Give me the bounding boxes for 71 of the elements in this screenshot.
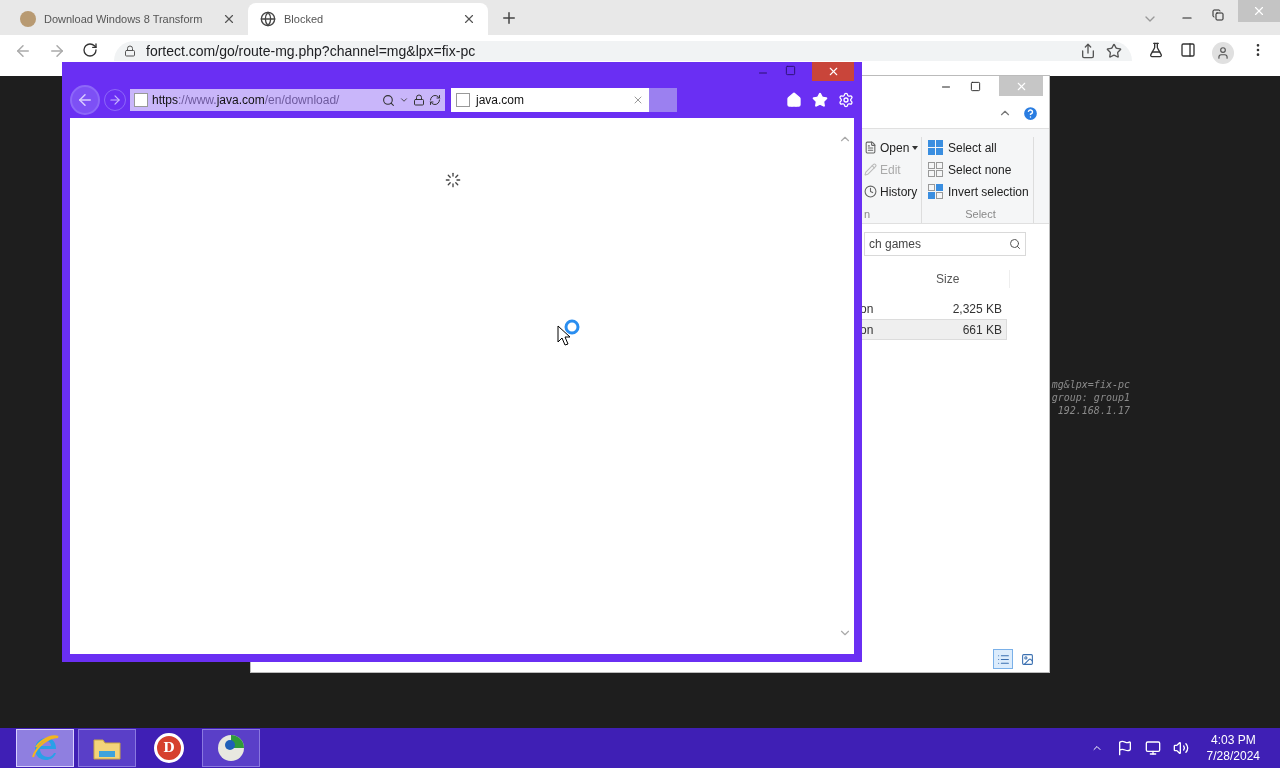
forward-icon bbox=[108, 93, 122, 107]
close-icon[interactable] bbox=[462, 12, 476, 26]
tab-title: Blocked bbox=[284, 11, 325, 27]
speaker-icon[interactable] bbox=[1172, 740, 1189, 756]
column-header[interactable]: Size bbox=[936, 270, 1010, 288]
favorites-icon[interactable] bbox=[812, 92, 828, 108]
globe-icon bbox=[260, 11, 276, 27]
forward-icon[interactable] bbox=[48, 42, 66, 60]
pencil-icon bbox=[864, 163, 877, 177]
caret-icon bbox=[399, 95, 409, 105]
group-label: n bbox=[864, 207, 872, 223]
image-icon bbox=[1020, 652, 1034, 666]
overlay-text: group: group1 bbox=[1051, 391, 1130, 404]
search-icon bbox=[382, 93, 395, 107]
address-bar[interactable]: fortect.com/go/route-mg.php?channel=mg&lpx=fix-pc bbox=[114, 41, 1132, 61]
new-tab-icon[interactable] bbox=[500, 9, 518, 27]
side-panel-icon[interactable] bbox=[1180, 42, 1196, 58]
search-field[interactable]: ch games bbox=[864, 232, 1026, 256]
profile-avatar[interactable] bbox=[1212, 42, 1234, 64]
ribbon-command[interactable]: Select none bbox=[928, 158, 1033, 181]
view-toggle[interactable] bbox=[993, 649, 1013, 669]
back-icon[interactable] bbox=[14, 42, 32, 60]
lock-icon bbox=[124, 45, 136, 57]
select-grid-icon bbox=[928, 184, 943, 200]
person-icon bbox=[1216, 46, 1230, 60]
select-grid-icon bbox=[928, 140, 943, 156]
favicon-icon bbox=[20, 11, 36, 27]
caret-icon bbox=[912, 145, 919, 150]
taskbar-button[interactable]: D bbox=[140, 729, 198, 767]
loading-spinner-icon bbox=[445, 172, 461, 188]
clock-icon bbox=[864, 185, 877, 199]
close-button[interactable] bbox=[812, 62, 854, 81]
lock-icon bbox=[413, 94, 425, 106]
help-icon[interactable] bbox=[1022, 104, 1039, 122]
reload-icon[interactable] bbox=[82, 42, 98, 58]
url-text: fortect.com/go/route-mg.php?channel=mg&lpx=fix-pc bbox=[146, 43, 476, 59]
list-icon bbox=[996, 652, 1010, 666]
overlay-text: 192.168.1.17 bbox=[1057, 404, 1130, 417]
ribbon-command[interactable]: Open bbox=[864, 137, 921, 159]
browser-tab[interactable]: java.com bbox=[451, 88, 649, 112]
ribbon-command[interactable]: Invert selection bbox=[928, 180, 1033, 203]
restore-icon[interactable] bbox=[1212, 9, 1224, 21]
e-logo-icon bbox=[30, 733, 60, 763]
browser-tab[interactable]: Blocked bbox=[248, 3, 488, 35]
network-icon[interactable] bbox=[1144, 740, 1161, 756]
app-logo: D bbox=[154, 733, 184, 763]
home-icon[interactable] bbox=[786, 92, 802, 108]
close-icon[interactable] bbox=[222, 12, 236, 26]
flag-icon[interactable] bbox=[1116, 740, 1133, 756]
flask-icon[interactable] bbox=[1148, 42, 1164, 58]
ribbon-command[interactable]: Select all bbox=[928, 137, 1033, 159]
share-icon[interactable] bbox=[1080, 43, 1096, 59]
tab-title: Download Windows 8 Transform bbox=[44, 11, 204, 27]
select-grid-icon bbox=[928, 162, 943, 178]
group-label: Select bbox=[965, 207, 996, 223]
url-text: https://www.java.com/en/download/ bbox=[152, 92, 340, 109]
close-icon bbox=[1252, 4, 1266, 18]
refresh-icon[interactable] bbox=[429, 94, 441, 106]
settings-icon[interactable] bbox=[838, 92, 854, 108]
overlay-text: mg&lpx=fix-pc bbox=[1051, 378, 1130, 391]
maximize-icon[interactable] bbox=[970, 81, 981, 92]
search-icon bbox=[1009, 238, 1021, 250]
bookmark-star-icon[interactable] bbox=[1106, 43, 1122, 59]
document-icon bbox=[864, 141, 877, 155]
back-button[interactable] bbox=[70, 85, 100, 115]
back-icon bbox=[76, 91, 94, 109]
address-bar[interactable]: https://www.java.com/en/download/ bbox=[130, 89, 445, 111]
clock-button[interactable]: 4:03 PM 7/28/2024 bbox=[1206, 732, 1260, 764]
taskbar-button[interactable] bbox=[202, 729, 260, 767]
ribbon-command[interactable]: History bbox=[864, 180, 921, 203]
taskbar-button[interactable] bbox=[78, 729, 136, 767]
